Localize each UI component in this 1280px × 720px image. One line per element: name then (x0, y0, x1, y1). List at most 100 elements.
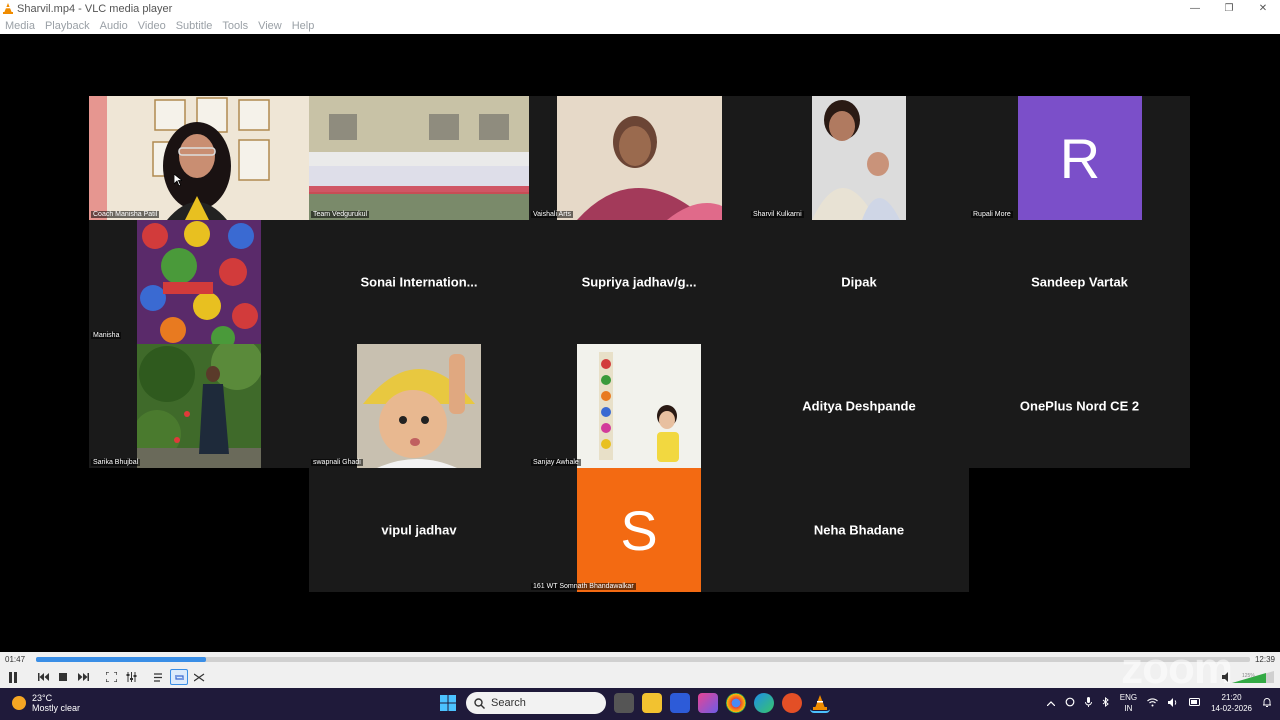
participant-name: Team Vedgurukul (311, 211, 370, 218)
volume-label: 125% (1242, 673, 1255, 679)
seek-progress (36, 657, 206, 662)
microphone-icon[interactable] (1084, 697, 1092, 709)
participant-name: OnePlus Nord CE 2 (1019, 398, 1140, 414)
weather-widget[interactable]: 23°C Mostly clear (12, 693, 80, 713)
battery-icon[interactable] (1189, 698, 1201, 708)
menu-media[interactable]: Media (0, 20, 40, 32)
participant-tile: Sharvil Kulkarni (749, 96, 969, 220)
menu-tools[interactable]: Tools (217, 20, 253, 32)
participant-video (812, 96, 906, 220)
volume-icon[interactable] (1168, 697, 1179, 709)
clock-time: 21:20 (1221, 693, 1242, 702)
menu-video[interactable]: Video (133, 20, 171, 32)
chrome-icon[interactable] (726, 693, 746, 713)
participant-name: Sarika Bhujbal (91, 459, 141, 466)
participant-video (309, 96, 529, 220)
participant-tile: Sandeep Vartak (969, 220, 1190, 344)
participant-tile: Sanjay Awhale (529, 344, 749, 468)
copilot-icon[interactable] (698, 693, 718, 713)
weather-icon (12, 696, 26, 710)
system-tray: ENG IN 21:20 14-02-2026 (1046, 692, 1272, 714)
window-titlebar: Sharvil.mp4 - VLC media player — ❐ ✕ (0, 0, 1280, 17)
sync-icon[interactable] (1065, 697, 1075, 709)
windows-start-icon[interactable] (438, 693, 458, 713)
participant-tile: Coach Manisha Patil (89, 96, 309, 220)
stop-button[interactable] (54, 669, 72, 685)
participant-name: Supriya jadhav/g... (581, 274, 697, 290)
participant-tile: Vaishali Arts (529, 96, 749, 220)
participant-name: Rupali More (971, 211, 1013, 218)
menu-view[interactable]: View (253, 20, 287, 32)
participant-name: Sandeep Vartak (1031, 274, 1128, 290)
vlc-taskbar-icon[interactable] (810, 693, 830, 713)
zoom-watermark: zoom (1121, 644, 1233, 693)
app-icon[interactable] (782, 693, 802, 713)
fullscreen-button[interactable] (102, 669, 120, 685)
participant-video (133, 344, 263, 468)
edge-icon[interactable] (754, 693, 774, 713)
zoom-app-icon[interactable] (670, 693, 690, 713)
participant-tile: swapnali Ghadi (309, 344, 529, 468)
participant-tile: Dipak (749, 220, 969, 344)
participant-tile: Manisha (89, 220, 309, 344)
menu-bar: Media Playback Audio Video Subtitle Tool… (0, 17, 1280, 34)
region-code: IN (1124, 704, 1133, 713)
participant-tile: Neha Bhadane (749, 468, 969, 592)
wifi-icon[interactable] (1147, 697, 1158, 709)
menu-playback[interactable]: Playback (40, 20, 95, 32)
task-view-icon[interactable] (614, 693, 634, 713)
participant-name: Sonai Internation... (360, 274, 478, 290)
previous-button[interactable] (34, 669, 52, 685)
weather-status: Mostly clear (32, 703, 81, 713)
participant-tile: OnePlus Nord CE 2 (969, 344, 1190, 468)
minimize-button[interactable]: — (1178, 0, 1212, 17)
participant-tile: Supriya jadhav/g... (529, 220, 749, 344)
clock-date: 14-02-2026 (1211, 704, 1252, 713)
close-button[interactable]: ✕ (1246, 0, 1280, 17)
participant-tile: Aditya Deshpande (749, 344, 969, 468)
search-icon (474, 697, 485, 709)
menu-help[interactable]: Help (287, 20, 320, 32)
participant-name: Aditya Deshpande (802, 398, 916, 414)
loop-button[interactable] (170, 669, 188, 685)
total-time: 12:39 (1254, 655, 1275, 664)
participant-name: Dipak (841, 274, 877, 290)
chevron-up-icon[interactable] (1046, 699, 1056, 708)
file-explorer-icon[interactable] (642, 693, 662, 713)
language-code: ENG (1119, 693, 1138, 702)
maximize-button[interactable]: ❐ (1212, 0, 1246, 17)
extended-settings-button[interactable] (122, 669, 140, 685)
search-label: Search (491, 697, 526, 709)
participant-tile: Team Vedgurukul (309, 96, 529, 220)
participant-tile: S 161 WT Somnath Bhandawalkar (529, 468, 749, 592)
language-indicator[interactable]: ENG IN (1120, 692, 1137, 714)
participant-name: Sanjay Awhale (531, 459, 581, 466)
participant-name: Sharvil Kulkarni (751, 211, 804, 218)
participant-name: 161 WT Somnath Bhandawalkar (531, 583, 636, 590)
participant-name: Manisha (91, 332, 122, 339)
participant-tile: vipul jadhav (309, 468, 529, 592)
vlc-cone-icon (3, 3, 13, 14)
player-controls: 01:47 12:39 zoom 125% (0, 644, 1280, 693)
window-title: Sharvil.mp4 - VLC media player (17, 2, 173, 15)
video-area[interactable]: Coach Manisha Patil Team Vedgurukul Vais… (0, 34, 1280, 652)
windows-taskbar: 23°C Mostly clear Search ENG IN 21:20 14… (0, 688, 1280, 720)
clock[interactable]: 21:20 14-02-2026 (1211, 692, 1252, 714)
notifications-icon[interactable] (1262, 697, 1272, 709)
participant-name: Coach Manisha Patil (91, 211, 160, 218)
bluetooth-icon[interactable] (1102, 696, 1110, 709)
participant-name: Vaishali Arts (531, 211, 573, 218)
taskbar-search[interactable]: Search (466, 692, 606, 714)
volume-control[interactable]: 125% (1222, 670, 1274, 684)
menu-subtitle[interactable]: Subtitle (171, 20, 218, 32)
participant-name: Neha Bhadane (813, 522, 905, 538)
playlist-button[interactable] (150, 669, 168, 685)
menu-audio[interactable]: Audio (95, 20, 133, 32)
pause-button[interactable] (4, 669, 22, 685)
seek-bar[interactable] (36, 657, 1250, 662)
participant-video (557, 96, 722, 220)
shuffle-button[interactable] (190, 669, 208, 685)
next-button[interactable] (74, 669, 92, 685)
mouse-cursor-icon (174, 174, 182, 186)
participant-video (577, 344, 701, 468)
